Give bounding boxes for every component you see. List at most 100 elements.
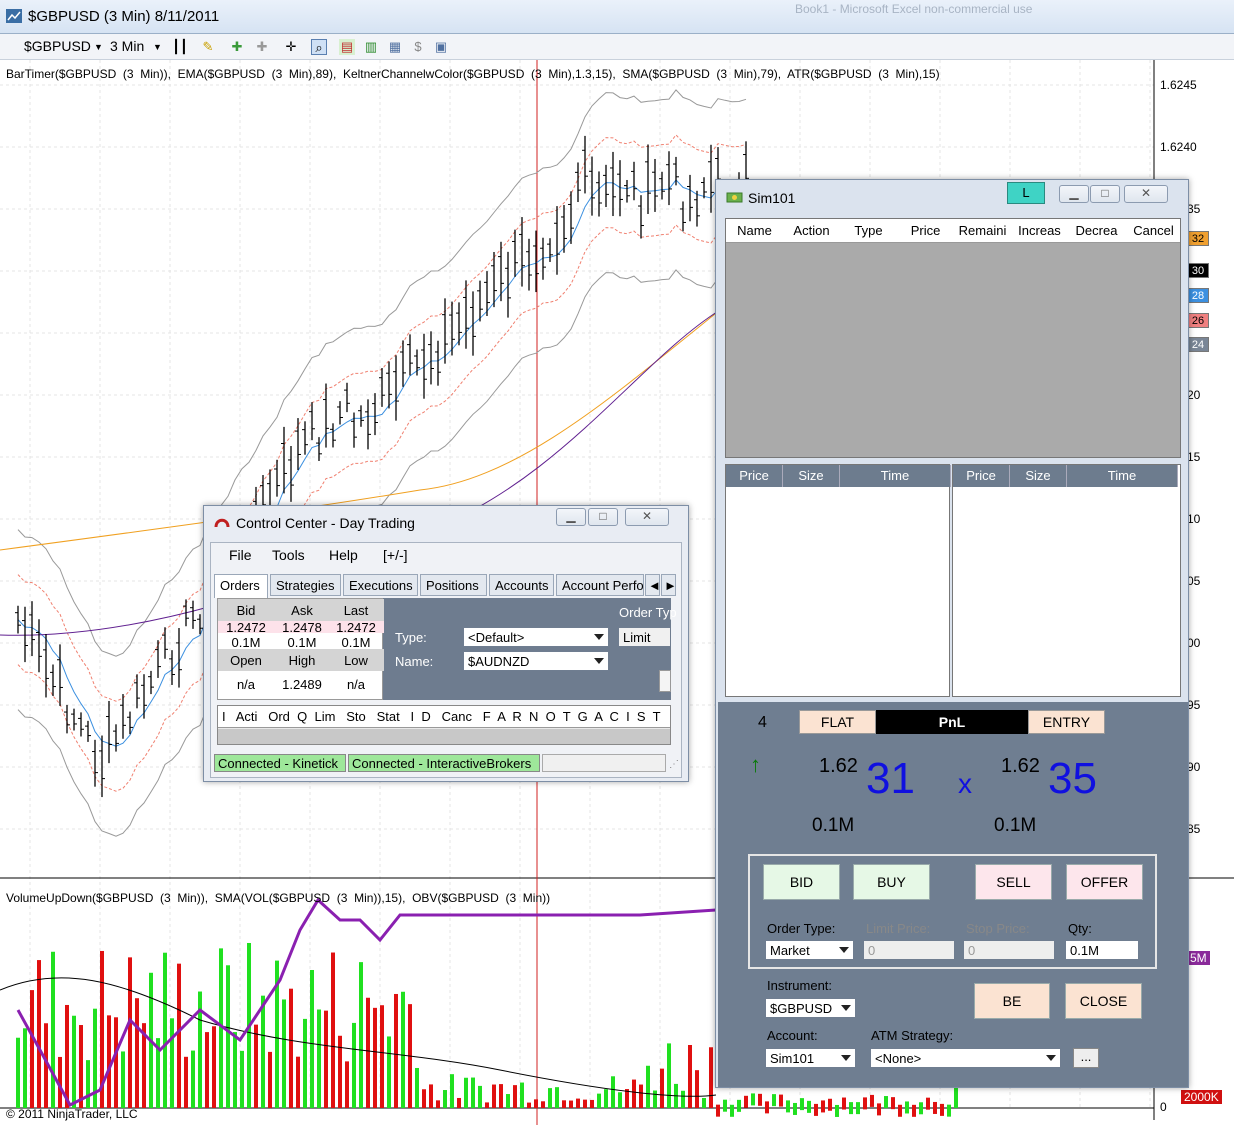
volume-bar <box>926 1097 930 1110</box>
tab-orders[interactable]: Orders <box>214 574 268 598</box>
volume-bar <box>870 1094 874 1107</box>
sell-button[interactable]: SELL <box>975 864 1052 900</box>
breakeven-button[interactable]: BE <box>974 983 1050 1019</box>
price-tag: 26 <box>1187 313 1209 328</box>
interval-selector[interactable]: 3 Min <box>110 38 144 54</box>
close-position-button[interactable]: CLOSE <box>1065 983 1142 1019</box>
volume-bar <box>863 1097 867 1110</box>
instrument-selector[interactable]: $GBPUSD <box>24 38 91 54</box>
volume-bar <box>695 1070 699 1108</box>
volume-panel-indicators: VolumeUpDown($GBPUSD (3 Min)), SMA(VOL($… <box>6 891 551 905</box>
order-type-label: Order Type: <box>767 921 836 936</box>
stop-price-input[interactable]: 0 <box>963 940 1055 960</box>
qty-input[interactable]: 0.1M <box>1065 940 1139 960</box>
bid-price-big[interactable]: 31 <box>866 754 915 804</box>
volume-bar <box>737 1099 741 1112</box>
bid-button[interactable]: BID <box>763 864 840 900</box>
limit-price-input[interactable]: 0 <box>863 940 955 960</box>
minimize-button[interactable]: ▁ <box>556 508 586 526</box>
zoom-icon[interactable]: ⌕ <box>311 39 327 55</box>
tab-strategies[interactable]: Strategies <box>270 574 341 596</box>
bars-icon[interactable]: ┃┃ <box>172 39 188 55</box>
tab-scroll-right-icon[interactable]: ► <box>661 574 676 596</box>
atm-strategy-dropdown[interactable]: <None> <box>870 1048 1061 1068</box>
offer-button[interactable]: OFFER <box>1066 864 1143 900</box>
crosshair-icon[interactable]: ✛ <box>283 39 299 55</box>
properties-icon[interactable]: ▦ <box>387 39 403 55</box>
tab-account-performance[interactable]: Account Perfo <box>556 574 644 596</box>
maximize-button[interactable]: □ <box>588 508 618 526</box>
atm-more-button[interactable]: ... <box>1073 1048 1099 1068</box>
ask-price-big[interactable]: 35 <box>1048 754 1097 804</box>
bid-header: Bid <box>236 603 256 618</box>
status-interactivebrokers: Connected - InteractiveBrokers <box>348 754 540 772</box>
tab-executions[interactable]: Executions <box>343 574 418 596</box>
account-dropdown[interactable]: Sim101 <box>765 1048 856 1068</box>
low-value: n/a <box>346 677 366 692</box>
orders-grid-scrollbar[interactable] <box>218 729 670 744</box>
type-dropdown[interactable]: <Default> <box>463 627 609 647</box>
close-button[interactable]: ✕ <box>625 508 669 526</box>
chevron-down-icon <box>841 1055 851 1061</box>
remove-icon[interactable]: ✚ <box>254 39 270 55</box>
pnl-display[interactable]: PnL <box>876 710 1028 734</box>
maximize-button[interactable]: □ <box>1090 185 1120 203</box>
submit-button[interactable] <box>659 670 671 692</box>
bid-book-price-header: Price <box>726 465 783 487</box>
chevron-down-icon[interactable]: ▼ <box>153 42 162 52</box>
volume-zero-label: 0 <box>1160 1100 1167 1114</box>
volume-bar <box>240 1050 244 1108</box>
volume-bar <box>660 1068 664 1108</box>
menu-expand[interactable]: [+/-] <box>383 547 408 563</box>
data-box-icon[interactable]: ▥ <box>363 39 379 55</box>
window-icon[interactable]: ▣ <box>433 39 449 55</box>
orders-grid: I Acti Ord Q Lim Sto Stat I D Canc F A R… <box>217 705 671 745</box>
volume-bar <box>520 1082 524 1108</box>
order-type-dropdown[interactable]: Market <box>765 940 854 960</box>
col-cancel: Cancel <box>1133 223 1174 238</box>
menu-help[interactable]: Help <box>329 547 358 563</box>
menu-tools[interactable]: Tools <box>272 547 305 563</box>
chevron-down-icon[interactable]: ▼ <box>94 42 103 52</box>
volume-bar <box>457 1097 461 1108</box>
tab-accounts[interactable]: Accounts <box>489 574 554 596</box>
chart-trader-icon[interactable]: ▤ <box>339 39 355 55</box>
instrument-dropdown[interactable]: $GBPUSD <box>765 998 856 1018</box>
volume-bar <box>772 1094 776 1107</box>
col-name: Name <box>737 223 772 238</box>
tab-scroll-left-icon[interactable]: ◄ <box>645 574 660 596</box>
ask-book-price-header: Price <box>953 465 1010 487</box>
close-button[interactable]: ✕ <box>1124 185 1168 203</box>
menu-file[interactable]: File <box>229 547 252 563</box>
price-label: 35 <box>1187 202 1201 216</box>
volume-bar <box>919 1102 923 1115</box>
last-header: Last <box>343 603 369 618</box>
flat-button[interactable]: FLAT <box>799 710 876 734</box>
price-label: 05 <box>1187 574 1201 588</box>
volume-bar <box>387 1036 391 1108</box>
entry-button[interactable]: ENTRY <box>1028 710 1105 734</box>
volume-bar <box>842 1097 846 1110</box>
volume-bar <box>23 1028 27 1108</box>
volume-bar <box>856 1102 860 1115</box>
tab-positions[interactable]: Positions <box>420 574 487 596</box>
high-header: High <box>288 653 316 668</box>
volume-bar <box>758 1093 762 1106</box>
minimize-button[interactable]: ▁ <box>1059 185 1089 203</box>
add-indicator-icon[interactable]: ✚ <box>229 39 245 55</box>
chevron-down-icon <box>841 1005 851 1011</box>
link-button[interactable]: L <box>1007 182 1045 204</box>
resize-grip-icon[interactable]: ⋰ <box>669 759 679 770</box>
pencil-icon[interactable]: ✎ <box>200 39 216 55</box>
volume-bar <box>569 1100 573 1108</box>
money-icon[interactable]: $ <box>410 39 426 55</box>
buy-button[interactable]: BUY <box>853 864 930 900</box>
volume-bar <box>905 1101 909 1114</box>
open-header: Open <box>230 653 262 668</box>
name-dropdown[interactable]: $AUDNZD <box>463 651 609 671</box>
volume-bar <box>128 957 132 1108</box>
volume-bar <box>702 1097 706 1108</box>
volume-bar <box>744 1095 748 1108</box>
background-window-title: Book1 - Microsoft Excel non-commercial u… <box>795 2 1033 16</box>
order-type-dropdown[interactable]: Limit <box>618 627 671 647</box>
